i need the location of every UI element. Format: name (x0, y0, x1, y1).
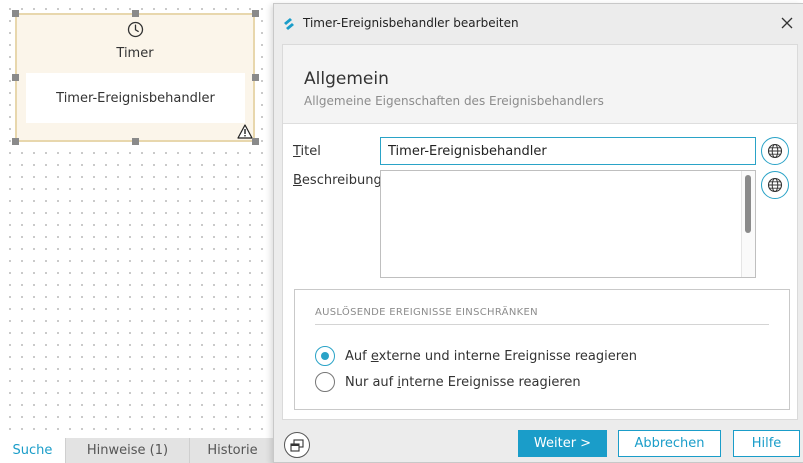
globe-icon (767, 143, 783, 159)
group-title: AUSLÖSENDE EREIGNISSE EINSCHRÄNKEN (315, 307, 538, 318)
resize-handle-n[interactable] (132, 10, 139, 17)
edit-dialog: Timer-Ereignisbehandler bearbeiten Allge… (273, 3, 803, 463)
resize-handle-sw[interactable] (12, 138, 19, 145)
radio-label: Auf externe und interne Ereignisse reagi… (345, 349, 637, 364)
dialog-title: Timer-Ereignisbehandler bearbeiten (303, 16, 519, 30)
resize-handle-w[interactable] (12, 74, 19, 81)
radio-button-checked[interactable] (315, 346, 335, 366)
cancel-button[interactable]: Abbrechen (618, 430, 721, 457)
help-button[interactable]: Hilfe (733, 430, 800, 457)
description-label-mnemonic: B (293, 173, 302, 188)
globe-icon (767, 177, 783, 193)
node-type-label: Timer (116, 46, 154, 61)
tab-suche[interactable]: Suche (0, 438, 65, 463)
resize-handle-e[interactable] (252, 74, 259, 81)
warning-icon[interactable] (237, 124, 253, 139)
resize-handle-se[interactable] (252, 138, 259, 145)
tab-historie[interactable]: Historie (189, 438, 275, 463)
description-translate-button[interactable] (761, 171, 789, 199)
app-logo-icon (284, 18, 294, 30)
resize-handle-ne[interactable] (252, 10, 259, 17)
radio-dot (321, 352, 329, 360)
radio-button[interactable] (315, 372, 335, 392)
title-label-rest: itel (300, 144, 321, 159)
description-textarea[interactable] (380, 170, 756, 278)
restrict-events-group: AUSLÖSENDE EREIGNISSE EINSCHRÄNKEN Auf e… (294, 289, 790, 410)
window-popout-icon (290, 438, 304, 452)
title-translate-button[interactable] (761, 137, 789, 165)
radio-external-internal[interactable]: Auf externe und interne Ereignisse reagi… (315, 346, 637, 366)
radio-label-post: xterne und interne Ereignisse reagieren (378, 348, 638, 364)
radio-label-pre: Nur auf (345, 374, 398, 390)
title-label: Titel (293, 144, 321, 159)
description-label-rest: eschreibung (301, 173, 382, 188)
radio-internal-only[interactable]: Nur auf interne Ereignisse reagieren (315, 372, 581, 392)
clock-icon (127, 21, 144, 38)
section-header: Allgemein Allgemeine Eigenschaften des E… (283, 45, 797, 124)
radio-label-mnemonic: e (370, 348, 379, 364)
tab-hinweise[interactable]: Hinweise (1) (65, 438, 189, 463)
section-title: Allgemein (304, 69, 389, 89)
dialog-titlebar[interactable]: Timer-Ereignisbehandler bearbeiten (274, 4, 803, 44)
radio-label: Nur auf interne Ereignisse reagieren (345, 375, 581, 390)
bottom-tab-bar: Suche Hinweise (1) Historie (0, 438, 275, 463)
scrollbar-thumb[interactable] (745, 175, 751, 233)
next-button[interactable]: Weiter > (518, 430, 607, 457)
description-label: Beschreibung (293, 173, 382, 188)
title-input[interactable] (380, 137, 756, 165)
radio-label-pre: Auf (345, 348, 371, 364)
node-name-text: Timer-Ereignisbehandler (56, 90, 215, 106)
timer-node[interactable]: Timer Timer-Ereignisbehandler (15, 13, 255, 142)
popout-button[interactable] (284, 432, 310, 458)
title-label-mnemonic: T (293, 144, 301, 159)
resize-handle-nw[interactable] (12, 10, 19, 17)
close-icon[interactable] (781, 17, 793, 29)
section-subtitle: Allgemeine Eigenschaften des Ereignisbeh… (304, 94, 604, 108)
description-scrollbar[interactable] (741, 171, 755, 277)
node-name: Timer-Ereignisbehandler (26, 73, 245, 123)
group-divider (315, 324, 769, 325)
radio-label-post: nterne Ereignisse reagieren (400, 374, 581, 390)
dialog-panel: Allgemein Allgemeine Eigenschaften des E… (282, 44, 798, 420)
resize-handle-s[interactable] (132, 138, 139, 145)
